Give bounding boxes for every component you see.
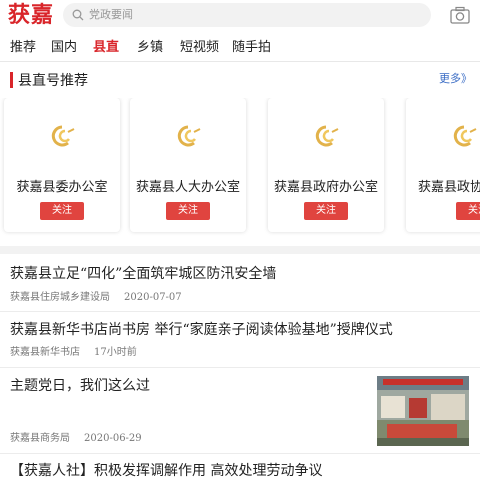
app-logo: 获嘉	[8, 2, 55, 28]
follow-button[interactable]: 关注	[456, 202, 480, 220]
account-logo-icon	[51, 125, 75, 147]
news-time: 2020-06-29	[84, 433, 142, 444]
news-title: 主题党日，我们这么过	[10, 378, 150, 394]
account-name: 获嘉县政府办公室	[273, 180, 378, 195]
section-accent-bar	[10, 72, 13, 88]
section-divider	[0, 246, 480, 254]
account-name: 获嘉县政协	[418, 180, 480, 195]
account-card[interactable]: 获嘉县政协 关注	[406, 98, 480, 232]
news-source: 获嘉县商务局	[10, 433, 70, 444]
account-logo-icon	[453, 125, 477, 147]
account-logo-icon	[177, 125, 201, 147]
news-title: 【获嘉人社】积极发挥调解作用 高效处理劳动争议	[10, 463, 323, 479]
camera-icon[interactable]	[450, 6, 470, 24]
channel-tabs: 推荐 国内 县直 乡镇 短视频 随手拍	[0, 34, 480, 62]
news-item[interactable]: 主题党日，我们这么过 获嘉县商务局 2020-06-29	[0, 368, 480, 454]
account-name: 获嘉县委办公室	[16, 180, 108, 195]
news-title: 获嘉县立足“四化”全面筑牢城区防汛安全墙	[10, 266, 277, 282]
app-header: 获嘉 党政要闻	[0, 0, 480, 32]
follow-button[interactable]: 关注	[166, 202, 210, 220]
news-item[interactable]: 【获嘉人社】积极发挥调解作用 高效处理劳动争议	[0, 454, 480, 480]
account-card[interactable]: 获嘉县人大办公室 关注	[130, 98, 246, 232]
news-item[interactable]: 获嘉县新华书店尚书房 举行“家庭亲子阅读体验基地”授牌仪式 获嘉县新华书店 17小…	[0, 312, 480, 368]
follow-button[interactable]: 关注	[40, 202, 84, 220]
more-link[interactable]: 更多》	[439, 72, 472, 86]
account-logo-icon	[315, 125, 339, 147]
news-time: 2020-07-07	[124, 292, 182, 303]
news-source: 获嘉县新华书店	[10, 347, 80, 358]
tab-county[interactable]: 县直	[93, 40, 119, 56]
news-meta: 获嘉县住房城乡建设局 2020-07-07	[10, 292, 182, 304]
search-bar[interactable]: 党政要闻	[63, 3, 431, 27]
tab-snapshot[interactable]: 随手拍	[232, 40, 271, 56]
account-card-list: 获嘉县委办公室 关注 获嘉县人大办公室 关注 获嘉县政府办公室 关注 获嘉县政协…	[0, 98, 480, 236]
tab-domestic[interactable]: 国内	[51, 40, 77, 56]
account-name: 获嘉县人大办公室	[135, 180, 240, 195]
account-card[interactable]: 获嘉县政府办公室 关注	[268, 98, 384, 232]
news-source: 获嘉县住房城乡建设局	[10, 292, 110, 303]
news-time: 17小时前	[94, 347, 137, 358]
news-title: 获嘉县新华书店尚书房 举行“家庭亲子阅读体验基地”授牌仪式	[10, 322, 393, 338]
tab-township[interactable]: 乡镇	[137, 40, 163, 56]
follow-button[interactable]: 关注	[304, 202, 348, 220]
news-thumbnail	[377, 376, 469, 446]
search-icon	[72, 9, 84, 21]
search-placeholder: 党政要闻	[89, 8, 133, 21]
tab-short-video[interactable]: 短视频	[180, 40, 219, 56]
news-meta: 获嘉县商务局 2020-06-29	[10, 433, 142, 445]
account-card[interactable]: 获嘉县委办公室 关注	[4, 98, 120, 232]
tab-recommend[interactable]: 推荐	[10, 40, 36, 56]
section-header: 县直号推荐 更多》	[0, 70, 480, 92]
news-meta: 获嘉县新华书店 17小时前	[10, 347, 137, 359]
news-item[interactable]: 获嘉县立足“四化”全面筑牢城区防汛安全墙 获嘉县住房城乡建设局 2020-07-0…	[0, 256, 480, 312]
section-title: 县直号推荐	[18, 73, 88, 89]
